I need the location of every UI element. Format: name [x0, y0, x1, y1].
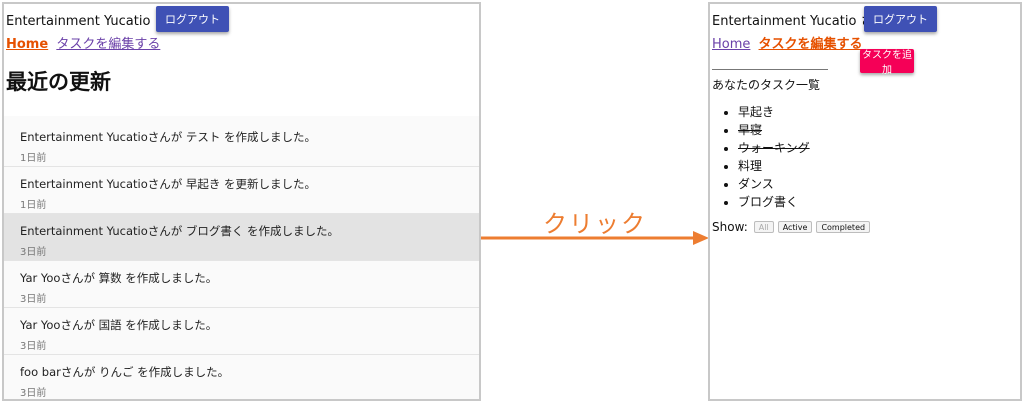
- task-item[interactable]: ダンス: [738, 175, 810, 193]
- task-item[interactable]: 早起き: [738, 103, 810, 121]
- list-item[interactable]: Yar Yooさんが 国語 を作成しました。 3日前: [4, 308, 479, 355]
- list-item[interactable]: Entertainment Yucatioさんが テスト を作成しました。 1日…: [4, 120, 479, 167]
- update-text: foo barさんが りんご を作成しました。: [20, 365, 230, 379]
- nav-links: Home タスクを編集する: [6, 33, 164, 52]
- filter-active-button[interactable]: Active: [777, 221, 813, 233]
- update-text: Yar Yooさんが 国語 を作成しました。: [20, 318, 218, 332]
- filter-all-button[interactable]: All: [753, 221, 774, 233]
- task-list-title: あなたのタスク一覧: [712, 78, 821, 92]
- update-time: 1日前: [20, 200, 47, 211]
- right-screenshot-panel: Entertainment Yucatio さん ログアウト Home タスクを…: [708, 2, 1022, 401]
- task-input[interactable]: [712, 69, 828, 70]
- nav-edit-tasks-link[interactable]: タスクを編集する: [759, 37, 863, 52]
- nav-links: Home タスクを編集する: [712, 33, 867, 52]
- update-text: Entertainment Yucatioさんが 早起き を更新しました。: [20, 177, 317, 191]
- update-time: 3日前: [20, 294, 47, 305]
- update-text: Entertainment Yucatioさんが ブログ書く を作成しました。: [20, 224, 340, 238]
- list-item[interactable]: Entertainment Yucatioさんが 早起き を更新しました。 1日…: [4, 167, 479, 214]
- list-item-hovered[interactable]: Entertainment Yucatioさんが ブログ書く を作成しました。 …: [4, 214, 479, 261]
- task-item-completed[interactable]: 早寝: [738, 121, 810, 139]
- logout-button[interactable]: ログアウト: [156, 6, 229, 32]
- add-task-button[interactable]: タスクを追加: [860, 49, 914, 76]
- filter-label: Show:: [712, 220, 748, 234]
- logout-button[interactable]: ログアウト: [864, 6, 937, 32]
- user-greeting: Entertainment Yucatio さん: [6, 14, 181, 29]
- update-text: Yar Yooさんが 算数 を作成しました。: [20, 271, 218, 285]
- filter-completed-button[interactable]: Completed: [816, 221, 871, 233]
- user-greeting: Entertainment Yucatio さん: [712, 14, 887, 29]
- update-time: 3日前: [20, 247, 47, 258]
- filter-bar: Show: All Active Completed: [712, 220, 874, 234]
- arrow-right-icon: [481, 231, 709, 245]
- task-item-completed[interactable]: ウォーキング: [738, 139, 810, 157]
- task-item[interactable]: ブログ書く: [738, 193, 810, 211]
- page-title: 最近の更新: [6, 70, 111, 94]
- list-item[interactable]: Yar Yooさんが 算数 を作成しました。 3日前: [4, 261, 479, 308]
- nav-home-link[interactable]: Home: [712, 37, 750, 52]
- task-list: 早起き 早寝 ウォーキング 料理 ダンス ブログ書く: [738, 103, 810, 211]
- updates-list: Entertainment Yucatioさんが テスト を作成しました。 1日…: [4, 116, 479, 399]
- nav-edit-tasks-link[interactable]: タスクを編集する: [56, 37, 160, 52]
- list-item[interactable]: foo barさんが りんご を作成しました。 3日前: [4, 355, 479, 399]
- update-time: 3日前: [20, 388, 47, 399]
- nav-home-link[interactable]: Home: [6, 37, 48, 52]
- update-text: Entertainment Yucatioさんが テスト を作成しました。: [20, 130, 317, 144]
- update-time: 3日前: [20, 341, 47, 352]
- update-time: 1日前: [20, 153, 47, 164]
- task-item[interactable]: 料理: [738, 157, 810, 175]
- left-screenshot-panel: Entertainment Yucatio さん ログアウト Home タスクを…: [2, 2, 481, 401]
